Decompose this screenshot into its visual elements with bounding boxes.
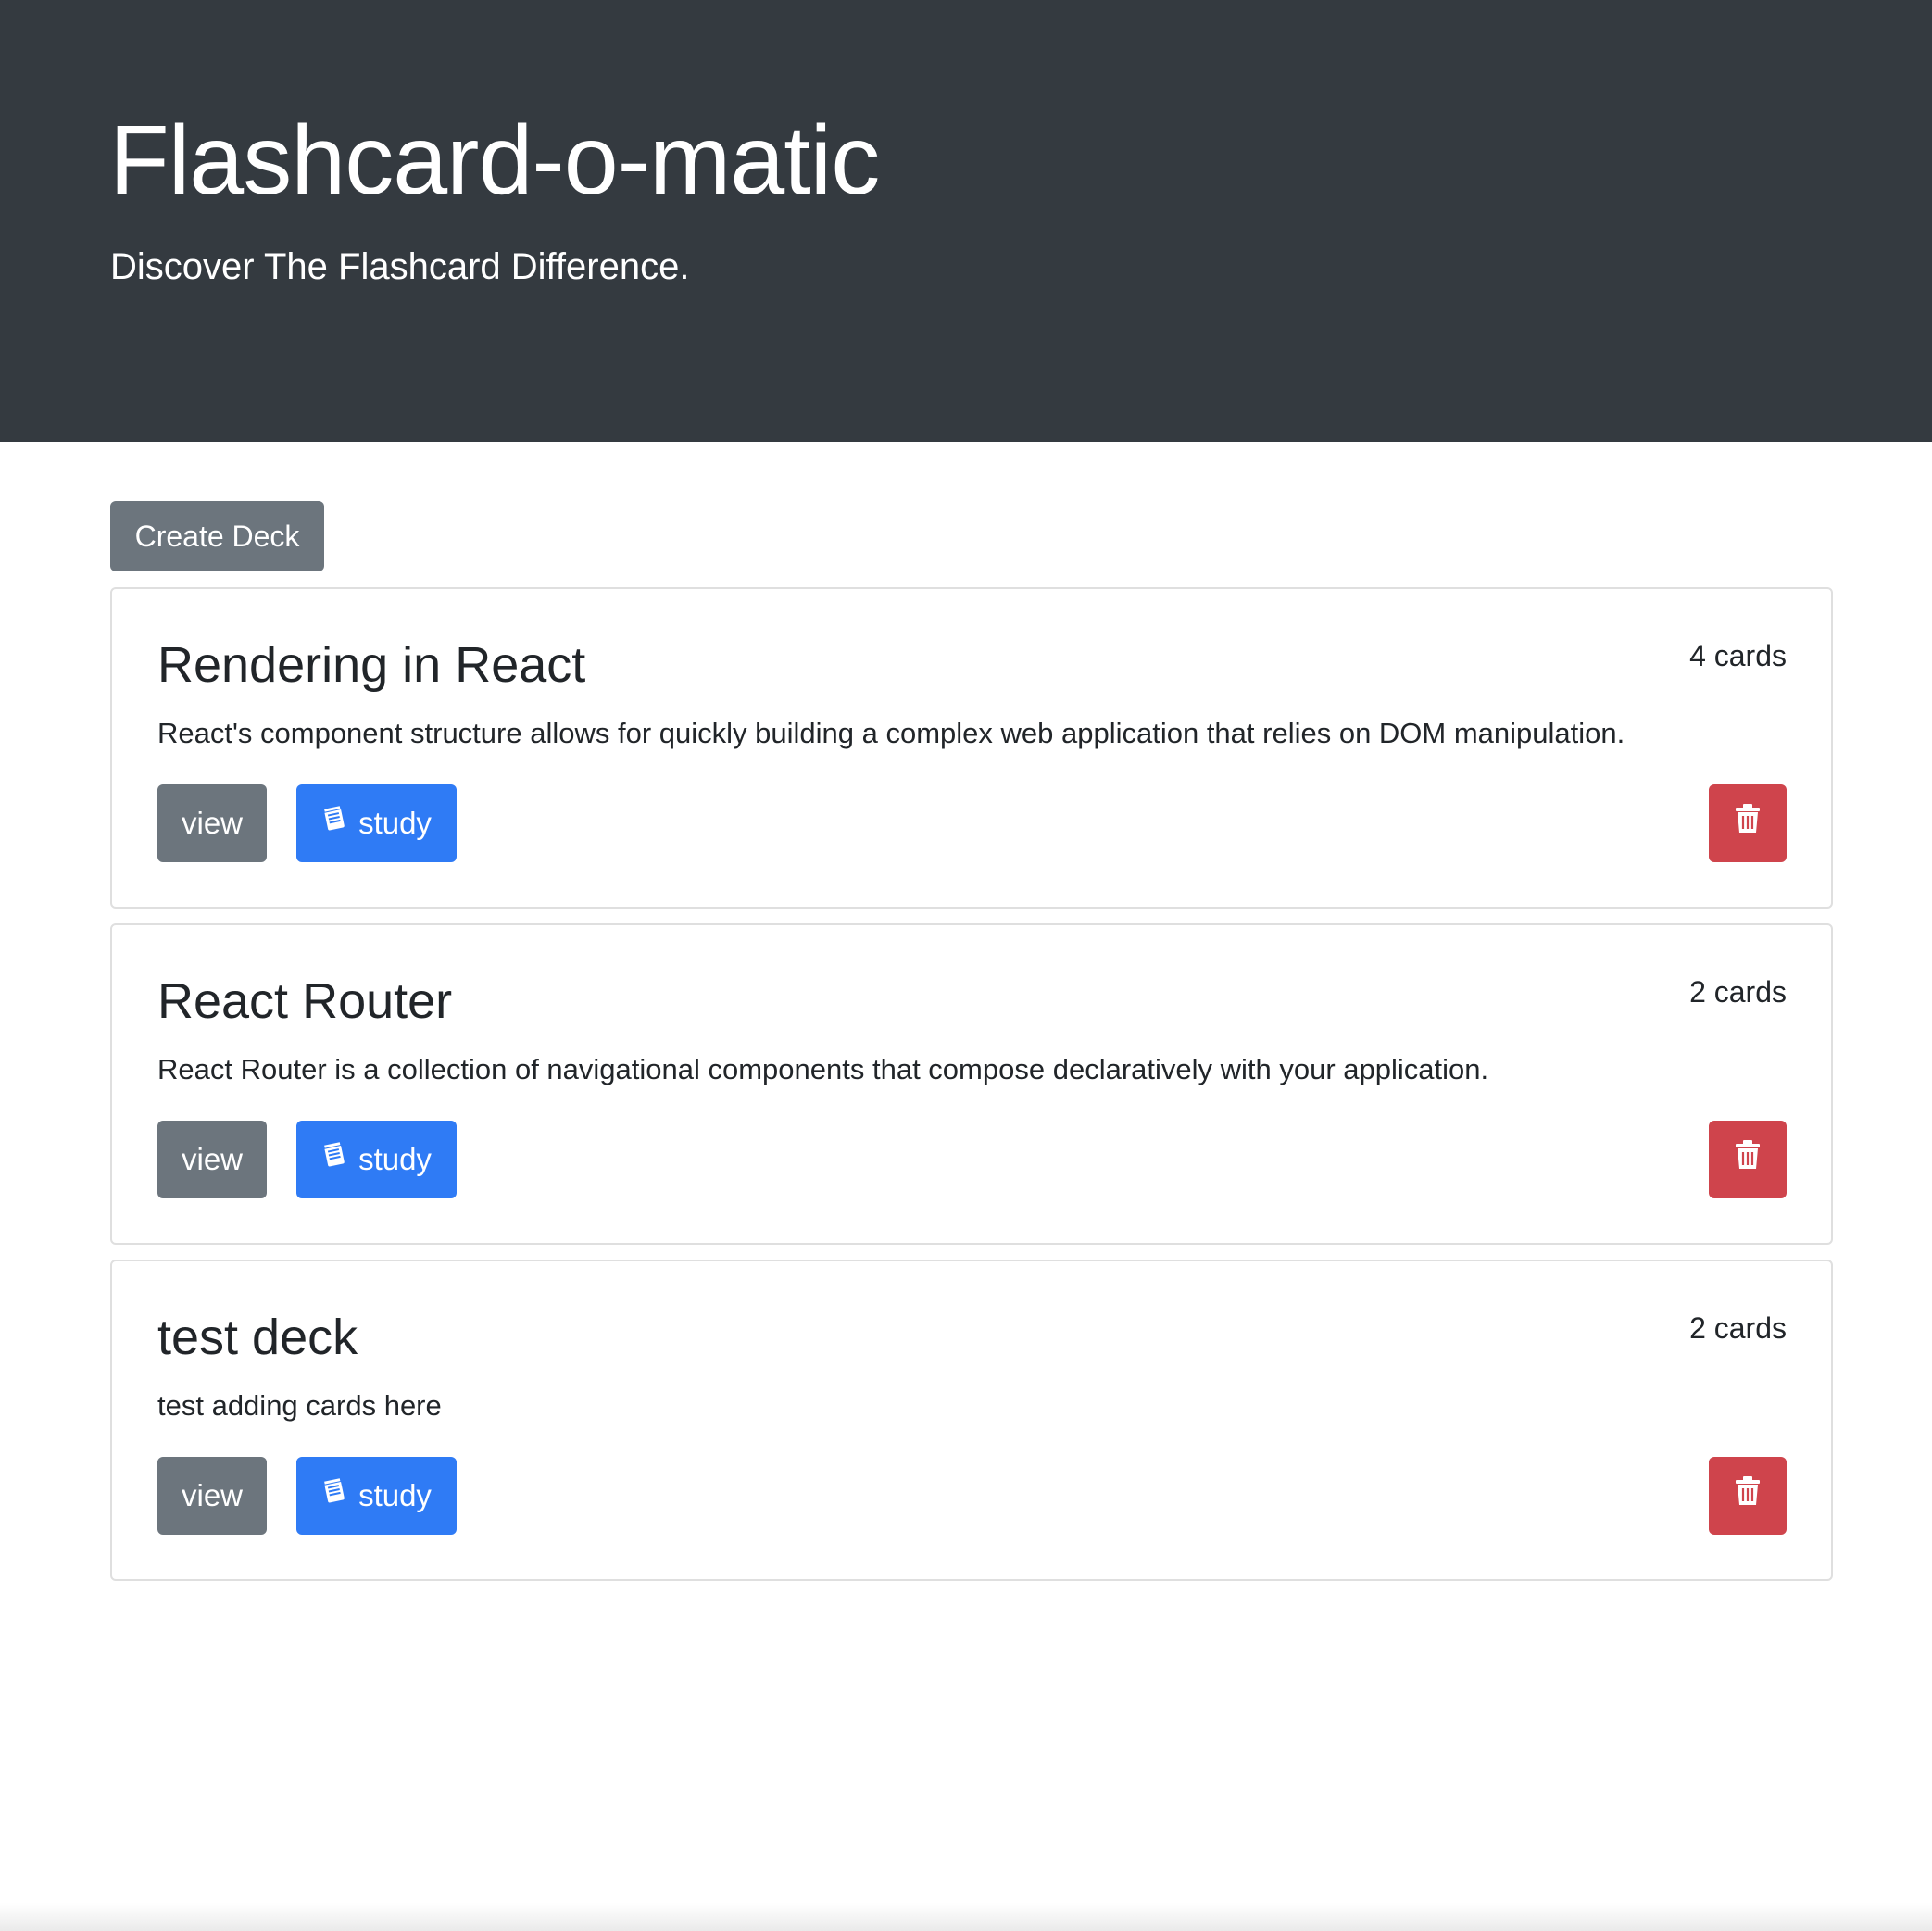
app-tagline: Discover The Flashcard Difference. <box>110 246 690 287</box>
view-deck-button[interactable]: view <box>157 1457 267 1535</box>
deck-card: React Router 2 cards React Router is a c… <box>110 923 1833 1245</box>
deck-card-count: 2 cards <box>1689 1311 1787 1345</box>
header-jumbotron: Flashcard-o-matic Discover The Flashcard… <box>0 0 1932 442</box>
deck-card-count: 4 cards <box>1689 639 1787 672</box>
delete-deck-button[interactable] <box>1709 784 1787 862</box>
deck-name: Rendering in React <box>157 637 586 693</box>
study-notepad-icon <box>321 1456 349 1534</box>
view-deck-button[interactable]: view <box>157 784 267 862</box>
app-title: Flashcard-o-matic <box>109 106 880 215</box>
trash-icon <box>1735 784 1761 862</box>
deck-description: React's component structure allows for q… <box>157 717 1625 749</box>
trash-icon <box>1735 1121 1761 1198</box>
deck-list: Rendering in React 4 cards React's compo… <box>110 587 1833 1596</box>
create-deck-button[interactable]: Create Deck <box>110 501 324 571</box>
deck-card: test deck 2 cards test adding cards here… <box>110 1260 1833 1581</box>
trash-icon <box>1735 1457 1761 1535</box>
bottom-shadow <box>0 1903 1932 1931</box>
deck-description: React Router is a collection of navigati… <box>157 1053 1489 1085</box>
deck-name: test deck <box>157 1310 358 1365</box>
study-deck-button[interactable]: study <box>296 1457 457 1535</box>
view-deck-button[interactable]: view <box>157 1121 267 1198</box>
deck-description: test adding cards here <box>157 1389 442 1422</box>
delete-deck-button[interactable] <box>1709 1457 1787 1535</box>
study-label: study <box>358 1142 432 1176</box>
study-label: study <box>358 1478 432 1512</box>
study-label: study <box>358 806 432 840</box>
study-deck-button[interactable]: study <box>296 784 457 862</box>
deck-name: React Router <box>157 973 453 1029</box>
deck-card: Rendering in React 4 cards React's compo… <box>110 587 1833 909</box>
study-notepad-icon <box>321 1120 349 1197</box>
study-notepad-icon <box>321 784 349 861</box>
delete-deck-button[interactable] <box>1709 1121 1787 1198</box>
study-deck-button[interactable]: study <box>296 1121 457 1198</box>
deck-card-count: 2 cards <box>1689 975 1787 1009</box>
